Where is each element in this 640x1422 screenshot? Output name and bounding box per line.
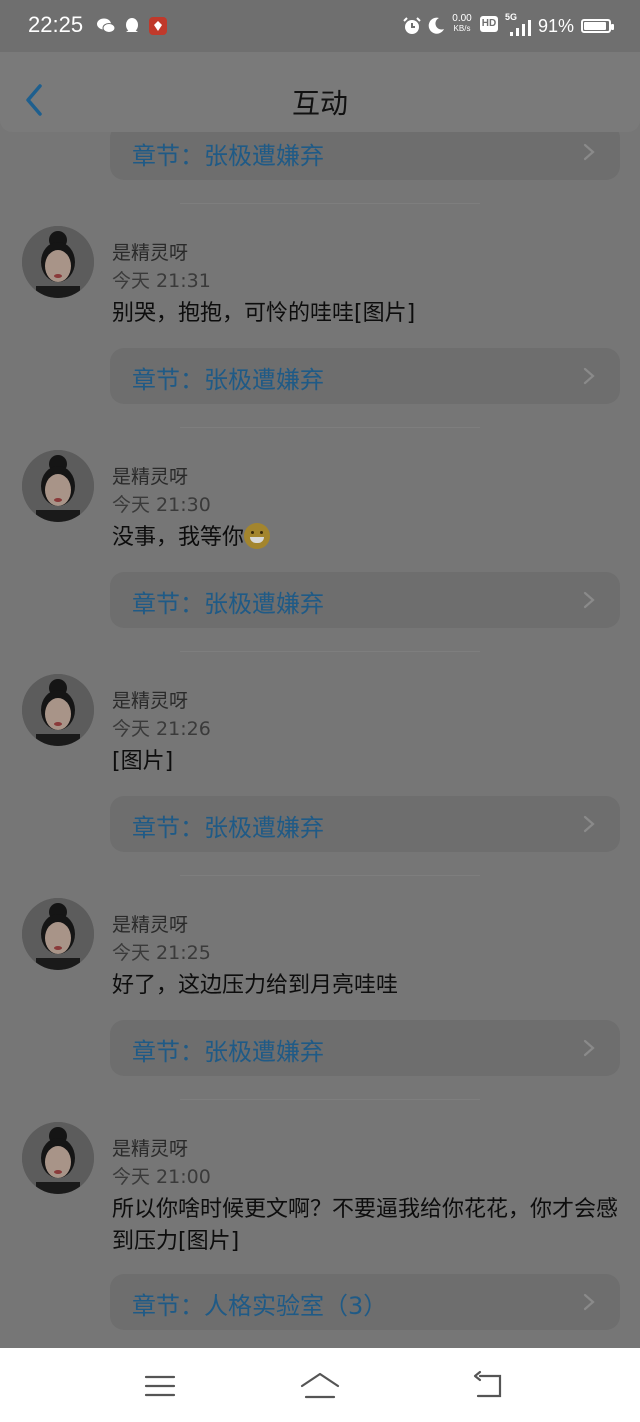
commenter-name[interactable]: 是精灵呀 [112, 686, 188, 713]
comment-time: 今天 21:25 [112, 942, 211, 964]
chevron-right-icon [583, 591, 595, 609]
avatar[interactable] [22, 450, 94, 522]
comment-item: 是精灵呀 今天 21:30 没事，我等你 章节：张极遭嫌弃 [0, 450, 640, 652]
commenter-name[interactable]: 是精灵呀 [112, 910, 188, 937]
chapter-link[interactable]: 章节：张极遭嫌弃 [110, 348, 620, 404]
home-icon[interactable] [298, 1366, 342, 1406]
commenter-name[interactable]: 是精灵呀 [112, 462, 188, 489]
avatar[interactable] [22, 226, 94, 298]
commenter-name[interactable]: 是精灵呀 [112, 1134, 188, 1161]
chevron-right-icon [583, 367, 595, 385]
divider [180, 651, 480, 652]
back-icon[interactable] [468, 1366, 508, 1406]
comment-time: 今天 21:00 [112, 1166, 211, 1188]
menu-icon[interactable] [140, 1366, 180, 1406]
comment-message: 好了，这边压力给到月亮哇哇 [112, 973, 399, 998]
chapter-link[interactable]: 章节：张极遭嫌弃 [110, 1020, 620, 1076]
avatar[interactable] [22, 898, 94, 970]
chapter-label: 章节：张极遭嫌弃 [132, 590, 324, 618]
comment-item: 是精灵呀 今天 21:00 所以你啥时候更文啊？不要逼我给你花花，你才会感到压力… [0, 1122, 640, 1348]
divider [180, 1099, 480, 1100]
comment-item: 是精灵呀 今天 21:31 别哭，抱抱，可怜的哇哇[图片] 章节：张极遭嫌弃 [0, 226, 640, 428]
comment-time: 今天 21:26 [112, 718, 211, 740]
avatar[interactable] [22, 674, 94, 746]
chapter-label: 章节：张极遭嫌弃 [132, 142, 324, 170]
page-title: 互动 [291, 87, 348, 120]
chevron-right-icon [583, 1293, 595, 1311]
divider [180, 427, 480, 428]
chevron-right-icon [583, 143, 595, 161]
comment-item: 是精灵呀 今天 21:26 [图片] 章节：张极遭嫌弃 [0, 674, 640, 876]
chapter-label: 章节：张极遭嫌弃 [132, 1038, 324, 1066]
chapter-label: 章节：张极遭嫌弃 [132, 814, 324, 842]
chapter-link[interactable]: 章节：人格实验室（3） [110, 1274, 620, 1330]
chapter-label: 章节：人格实验室（3） [132, 1292, 388, 1320]
chapter-link[interactable]: 章节：张极遭嫌弃 [110, 796, 620, 852]
comment-message-text: 没事，我等你 [112, 525, 245, 550]
chevron-right-icon [583, 1039, 595, 1057]
comment-message: 所以你啥时候更文啊？不要逼我给你花花，你才会感到压力[图片] [112, 1197, 619, 1254]
system-nav-bar [0, 1348, 640, 1422]
comment-message: 没事，我等你 [112, 522, 622, 554]
app-header: 互动 [0, 52, 640, 132]
avatar[interactable] [22, 1122, 94, 1194]
comment-message: 别哭，抱抱，可怜的哇哇[图片] [112, 301, 416, 326]
comment-time: 今天 21:31 [112, 270, 211, 292]
comment-item: 是精灵呀 今天 21:25 好了，这边压力给到月亮哇哇 章节：张极遭嫌弃 [0, 898, 640, 1100]
chapter-label: 章节：张极遭嫌弃 [132, 366, 324, 394]
chevron-right-icon [583, 815, 595, 833]
divider [180, 203, 480, 204]
comment-message: [图片] [112, 749, 174, 774]
chapter-link[interactable]: 章节：张极遭嫌弃 [110, 572, 620, 628]
commenter-name[interactable]: 是精灵呀 [112, 238, 188, 265]
grin-emoji-icon [244, 523, 271, 549]
comment-time: 今天 21:30 [112, 494, 211, 516]
divider [180, 875, 480, 876]
interaction-feed[interactable]: 章节：张极遭嫌弃 是精灵呀 今天 21:31 别哭，抱抱，可怜的哇哇[图片] 章… [0, 0, 640, 1348]
chapter-link[interactable]: 章节：张极遭嫌弃 [110, 124, 620, 180]
